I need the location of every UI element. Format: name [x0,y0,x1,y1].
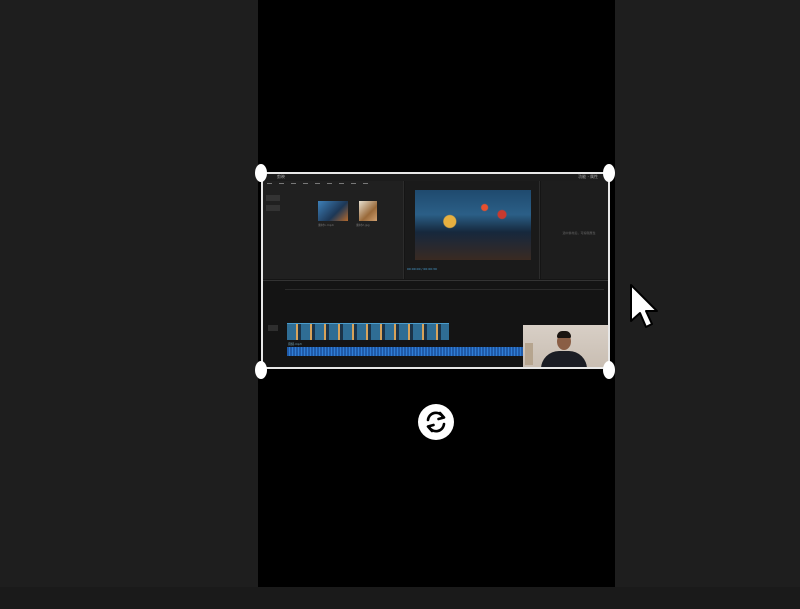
editor-workspace: 剪映 功能 · 属性 素材1.mp4 素材2.jpg 00:00:00 / 00… [0,0,800,609]
video-viewer: 00:00:00 / 00:00:30 [405,181,540,279]
tool-icon [279,183,284,190]
track-icon [268,325,278,331]
tool-icon [315,183,320,190]
properties-hint: 选中素材后，可编辑属性 [562,231,596,235]
bottom-strip [0,587,800,609]
tool-icon [291,183,296,190]
timeline-ruler [285,283,604,290]
resize-handle-top-right[interactable] [603,164,615,182]
mini-title-bar: 剪映 功能 · 属性 [263,174,608,181]
webcam-overlay [523,325,608,367]
resize-handle-bottom-right[interactable] [603,361,615,379]
media-panel: 素材1.mp4 素材2.jpg [263,181,404,279]
properties-panel: 选中素材后，可编辑属性 [541,181,608,279]
media-toolbar [267,183,397,191]
viewer-timecode: 00:00:00 / 00:00:30 [407,267,437,271]
resize-handle-bottom-left[interactable] [255,361,267,379]
resize-handle-top-left[interactable] [255,164,267,182]
media-label: 素材1.mp4 [318,223,334,227]
media-thumbnail [359,201,377,221]
mouse-cursor-icon [630,284,658,328]
media-label: 素材2.jpg [356,223,370,227]
presenter-body [541,351,587,367]
audio-track-clip [287,347,531,356]
timeline: 音频.mp3 [263,280,608,367]
video-track-clip [287,323,449,340]
mini-app-title: 剪映 [277,174,285,179]
media-thumbnail [318,201,348,221]
presenter-hair [557,331,571,338]
tool-icon [267,183,272,190]
video-frame [415,190,531,260]
tool-icon [339,183,344,190]
tool-icon [303,183,308,190]
tool-icon [351,183,356,190]
tool-icon [327,183,332,190]
side-tab [266,205,280,211]
selected-clip-frame[interactable]: 剪映 功能 · 属性 素材1.mp4 素材2.jpg 00:00:00 / 00… [261,172,610,369]
webcam-background-object [525,343,533,365]
rotate-button[interactable] [418,404,454,440]
mini-title-right: 功能 · 属性 [578,174,598,179]
side-tab [266,195,280,201]
rotate-arrows-icon [426,411,446,433]
tool-icon [363,183,368,190]
audio-track-label: 音频.mp3 [288,342,302,346]
